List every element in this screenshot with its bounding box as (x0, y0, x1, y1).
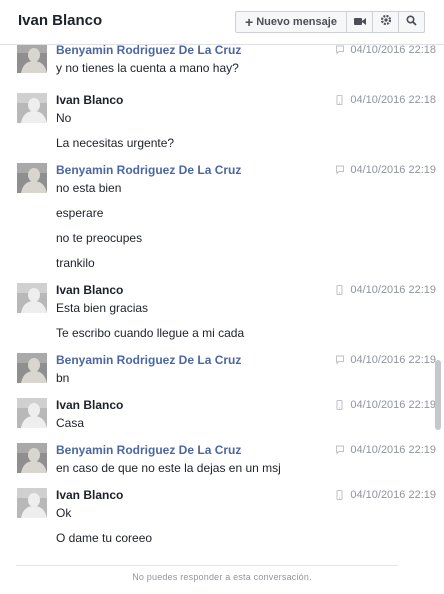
avatar[interactable] (17, 45, 47, 73)
message-meta: 04/10/2016 22:19 (336, 163, 436, 177)
message-meta: 04/10/2016 22:19 (336, 443, 436, 457)
message-text: en caso de que no este la dejas en un ms… (56, 461, 281, 475)
message-meta: 04/10/2016 22:19 (336, 488, 436, 502)
message-timestamp: 04/10/2016 22:18 (350, 45, 436, 56)
message-meta: 04/10/2016 22:18 (336, 93, 436, 107)
search-button[interactable] (398, 11, 425, 33)
message-timestamp: 04/10/2016 22:19 (350, 164, 436, 176)
sender-name[interactable]: Benyamin Rodriguez De La Cruz (56, 353, 241, 367)
thread-scrollbar[interactable] (435, 360, 441, 430)
message-text: Ok (56, 506, 72, 520)
avatar[interactable] (17, 398, 47, 428)
mobile-phone-icon (336, 95, 344, 105)
message-meta: 04/10/2016 22:19 (336, 353, 436, 367)
message-text: esperare (56, 206, 104, 220)
avatar[interactable] (17, 488, 47, 518)
avatar[interactable] (17, 353, 47, 383)
video-camera-icon (353, 13, 366, 31)
avatar[interactable] (17, 93, 47, 123)
footer-divider (16, 565, 398, 566)
message-text: y no tienes la cuenta a mano hay? (56, 61, 239, 75)
plus-icon: + (245, 14, 254, 30)
settings-button[interactable] (372, 11, 399, 33)
message-timestamp: 04/10/2016 22:18 (350, 94, 436, 106)
message-timestamp: 04/10/2016 22:19 (350, 354, 436, 366)
message-meta: 04/10/2016 22:18 (336, 45, 436, 57)
conversation-header: Ivan Blanco + Nuevo mensaje (0, 0, 444, 45)
avatar[interactable] (17, 443, 47, 473)
message-timestamp: 04/10/2016 22:19 (350, 444, 436, 456)
sender-name[interactable]: Benyamin Rodriguez De La Cruz (56, 163, 241, 177)
message-thread[interactable]: Benyamin Rodriguez De La Cruz 04/10/2016 … (0, 45, 444, 555)
message-text: no esta bien (56, 181, 122, 195)
search-icon (406, 13, 417, 31)
message-meta: 04/10/2016 22:19 (336, 283, 436, 297)
message-text: Esta bien gracias (56, 301, 149, 315)
message-text: O dame tu coreeo (56, 531, 153, 545)
chat-bubble-icon (336, 445, 345, 455)
cannot-reply-notice: No puedes responder a esta conversación. (132, 572, 312, 582)
new-message-button[interactable]: + Nuevo mensaje (235, 11, 347, 33)
message-timestamp: 04/10/2016 22:19 (350, 489, 436, 501)
message-meta: 04/10/2016 22:19 (336, 398, 436, 412)
avatar[interactable] (17, 283, 47, 313)
message-text: La necesitas urgente? (56, 136, 175, 150)
message-text: Casa (56, 416, 85, 430)
message-text: bn (56, 371, 70, 385)
message-text: trankilo (56, 256, 95, 270)
new-message-label: Nuevo mensaje (256, 16, 337, 28)
conversation-toolbar: + Nuevo mensaje (235, 11, 425, 33)
sender-name[interactable]: Ivan Blanco (56, 93, 123, 107)
sender-name[interactable]: Ivan Blanco (56, 398, 123, 412)
message-text: Te escribo cuando llegue a mi cada (56, 326, 245, 340)
message-text: No (56, 111, 72, 125)
sender-name[interactable]: Benyamin Rodriguez De La Cruz (56, 45, 241, 57)
message-timestamp: 04/10/2016 22:19 (350, 284, 436, 296)
sender-name[interactable]: Ivan Blanco (56, 283, 123, 297)
chat-bubble-icon (336, 355, 345, 365)
sender-name[interactable]: Ivan Blanco (56, 488, 123, 502)
gear-icon (380, 13, 392, 31)
mobile-phone-icon (336, 400, 344, 410)
conversation-title: Ivan Blanco (18, 12, 103, 29)
chat-bubble-icon (336, 165, 345, 175)
chat-bubble-icon (336, 45, 345, 55)
video-call-button[interactable] (346, 11, 373, 33)
message-timestamp: 04/10/2016 22:19 (350, 399, 436, 411)
avatar[interactable] (17, 163, 47, 193)
sender-name[interactable]: Benyamin Rodriguez De La Cruz (56, 443, 241, 457)
message-text: no te preocupes (56, 231, 143, 245)
mobile-phone-icon (336, 490, 344, 500)
mobile-phone-icon (336, 285, 344, 295)
